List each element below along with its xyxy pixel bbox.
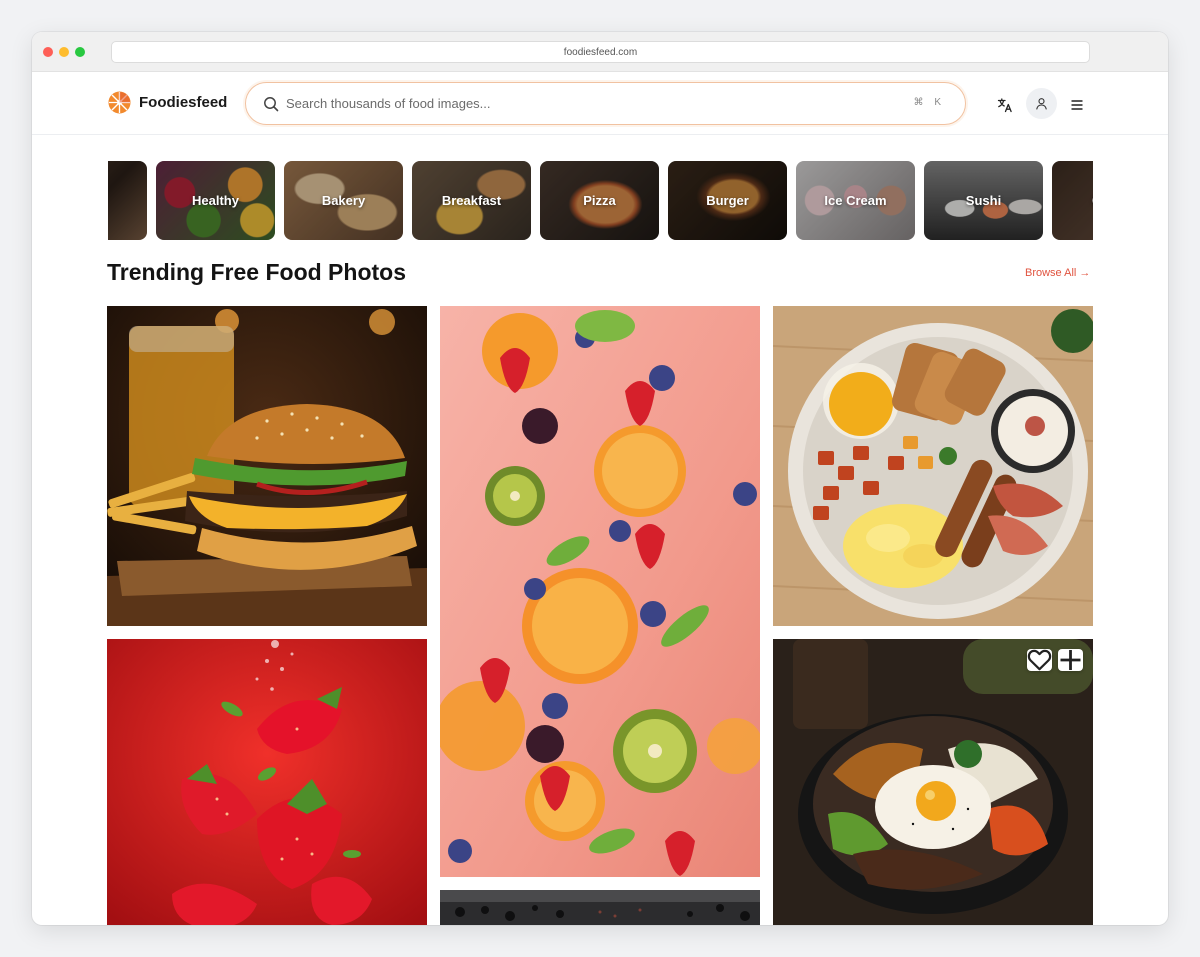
plus-icon <box>1060 650 1081 670</box>
category-tile-ice-cream[interactable]: Ice Cream <box>796 161 915 240</box>
browser-titlebar: foodiesfeed.com <box>32 32 1168 72</box>
category-label: Ice Cream <box>824 193 887 208</box>
category-carousel: Healthy Bakery Breakfast Pizza Burger Ic… <box>108 161 1093 241</box>
search-shortcut-hint: ⌘ K <box>913 97 945 108</box>
category-label: Bakery <box>321 193 366 208</box>
close-window-button[interactable] <box>43 47 53 57</box>
category-label: Sushi <box>965 193 1002 208</box>
heart-icon <box>1027 649 1052 671</box>
browse-all-link[interactable]: Browse All → <box>1025 267 1090 279</box>
category-label: Burger <box>706 193 749 208</box>
category-tile[interactable] <box>108 161 147 240</box>
language-button[interactable] <box>994 94 1016 116</box>
strawberries-image <box>107 639 427 925</box>
category-tile-healthy[interactable]: Healthy <box>156 161 275 240</box>
minimize-window-button[interactable] <box>59 47 69 57</box>
section-title: Trending Free Food Photos <box>107 259 406 285</box>
menu-icon <box>1071 100 1083 110</box>
search-input[interactable] <box>286 91 846 116</box>
category-label: Healthy <box>192 193 239 208</box>
photo-breakfast[interactable] <box>773 306 1093 626</box>
photo-fruit-splash[interactable] <box>440 306 760 877</box>
photo-bibimbap[interactable] <box>773 639 1093 925</box>
account-button[interactable] <box>1026 88 1057 119</box>
maximize-window-button[interactable] <box>75 47 85 57</box>
logo-text: Foodiesfeed <box>139 94 228 111</box>
category-label: Breakfast <box>441 193 502 208</box>
site-logo[interactable]: Foodiesfeed <box>108 91 227 114</box>
burger-image <box>107 306 427 626</box>
menu-button[interactable] <box>1066 94 1088 116</box>
fruit-splash-image <box>440 306 760 877</box>
category-tile-bakery[interactable]: Bakery <box>284 161 403 240</box>
category-tile-sushi[interactable]: Sushi <box>924 161 1043 240</box>
address-bar[interactable]: foodiesfeed.com <box>111 41 1090 63</box>
user-icon <box>1036 98 1047 110</box>
dark-food-image <box>440 890 760 925</box>
site-header: Foodiesfeed ⌘ K <box>32 72 1168 135</box>
logo-icon <box>108 91 131 114</box>
photo-strawberries[interactable] <box>107 639 427 925</box>
category-tile-breakfast[interactable]: Breakfast <box>412 161 531 240</box>
browser-window: foodiesfeed.com Foodiesfeed Search thous… <box>32 32 1168 925</box>
photo-burger[interactable] <box>107 306 427 626</box>
breakfast-image <box>773 306 1093 626</box>
category-label: Pizza <box>583 193 616 208</box>
add-to-collection-button[interactable] <box>1058 649 1083 671</box>
photo-actions <box>1027 649 1083 671</box>
category-tile-burger[interactable]: Burger <box>668 161 787 240</box>
translate-icon <box>997 98 1012 113</box>
photo-dark-partial[interactable] <box>440 890 760 925</box>
category-tile[interactable]: C <box>1052 161 1093 240</box>
category-label: C <box>1092 193 1093 208</box>
bibimbap-image <box>773 639 1093 925</box>
category-tile-pizza[interactable]: Pizza <box>540 161 659 240</box>
like-button[interactable] <box>1027 649 1052 671</box>
search-bar[interactable]: ⌘ K <box>245 82 966 125</box>
search-icon <box>264 97 279 112</box>
